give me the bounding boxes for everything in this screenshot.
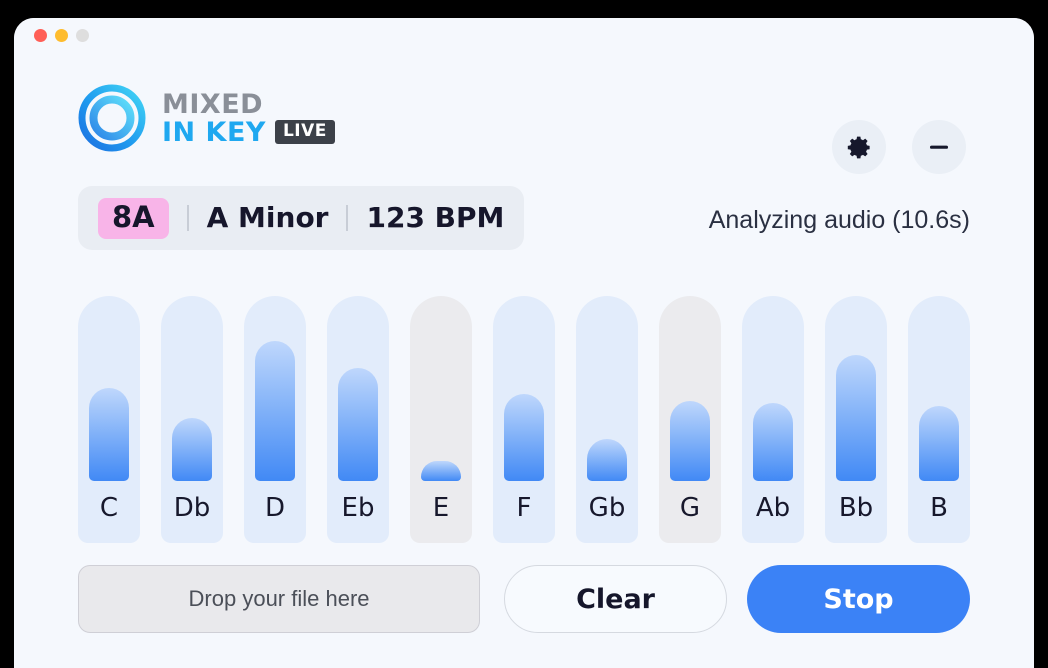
app-window: MIXED IN KEY LIVE 8A A Minor 123 BPM Ana… [14, 18, 1034, 668]
note-column: D [244, 296, 306, 543]
app-screen: MIXED IN KEY LIVE 8A A Minor 123 BPM Ana… [0, 0, 1048, 668]
note-column: G [659, 296, 721, 543]
note-energy-bar [753, 403, 793, 481]
note-energy-bar [919, 406, 959, 481]
key-info-bar: 8A A Minor 123 BPM [78, 186, 525, 250]
note-column: Gb [576, 296, 638, 543]
musical-key-label: A Minor [206, 201, 329, 234]
note-label: Ab [755, 493, 791, 523]
window-titlebar[interactable] [14, 18, 1034, 52]
note-column: E [410, 296, 472, 543]
mixed-in-key-ring-icon [78, 84, 146, 152]
bpm-label: 123 BPM [366, 201, 505, 234]
brand-wordmark: MIXED IN KEY LIVE [162, 91, 335, 146]
clear-button[interactable]: Clear [504, 565, 728, 633]
note-label: Eb [341, 493, 375, 523]
brand-line-inkey: IN KEY [162, 116, 266, 148]
camelot-key-badge: 8A [98, 197, 169, 239]
gear-icon [847, 136, 870, 158]
note-column: B [908, 296, 970, 543]
note-energy-bar [172, 418, 212, 481]
traffic-light-zoom[interactable] [76, 29, 89, 42]
note-column: Db [161, 296, 223, 543]
note-column: C [78, 296, 140, 543]
note-energy-bar [504, 394, 544, 481]
note-energy-bar [587, 439, 627, 481]
note-label: Db [173, 493, 211, 523]
brand-logo: MIXED IN KEY LIVE [78, 84, 335, 152]
app-header: MIXED IN KEY LIVE [14, 52, 1034, 174]
note-label: G [679, 493, 701, 523]
note-energy-bar [836, 355, 876, 481]
brand-line-inkey-row: IN KEY LIVE [162, 119, 335, 146]
note-label: D [264, 493, 286, 523]
traffic-light-close[interactable] [34, 29, 47, 42]
note-energy-bar [421, 461, 461, 481]
stop-button[interactable]: Stop [747, 565, 970, 633]
note-label: Bb [838, 493, 874, 523]
note-column: F [493, 296, 555, 543]
note-label: E [432, 493, 450, 523]
note-label: C [99, 493, 119, 523]
divider [346, 205, 349, 231]
note-energy-chart: C Db D Eb E F Gb G Ab Bb B [78, 283, 970, 543]
note-label: F [516, 493, 532, 523]
note-energy-bar [670, 401, 710, 481]
note-column: Eb [327, 296, 389, 543]
file-dropzone[interactable]: Drop your file here [78, 565, 481, 633]
note-column: Ab [742, 296, 804, 543]
divider [186, 205, 189, 231]
note-energy-bar [338, 368, 378, 481]
note-energy-bar [255, 341, 295, 481]
analysis-status-text: Analyzing audio (10.6s) [708, 206, 970, 234]
note-column: Bb [825, 296, 887, 543]
note-energy-bar [89, 388, 129, 481]
note-label: B [930, 493, 948, 523]
track-info-row: 8A A Minor 123 BPM Analyzing audio (10.6… [14, 162, 1034, 262]
footer-actions: Drop your file here Clear Stop [78, 563, 970, 635]
brand-line-mixed: MIXED [162, 88, 264, 120]
brand-live-badge: LIVE [274, 120, 335, 144]
note-label: Gb [588, 493, 626, 523]
minus-icon [930, 145, 948, 149]
traffic-light-minimize[interactable] [55, 29, 68, 42]
